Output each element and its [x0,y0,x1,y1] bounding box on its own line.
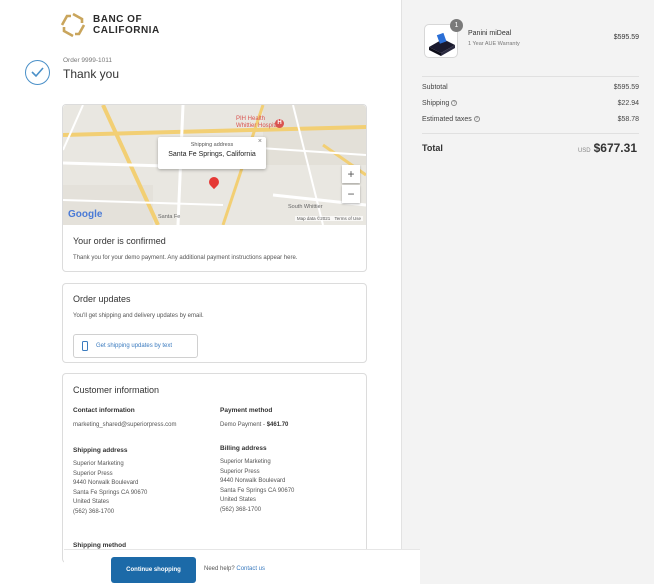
taxes-label: Estimated taxes [422,116,472,123]
subtotal-value: $595.59 [613,84,639,91]
subtotal-row: Subtotal $595.59 [422,84,639,91]
continue-shopping-button[interactable]: Continue shopping [111,557,196,583]
product-price: $595.59 [613,34,639,41]
shipping-map[interactable]: PIH Health Whittier Hospital H Santa Fe … [63,105,366,225]
shipping-row: Shipping? $22.94 [422,100,639,107]
payment-method-label: Payment method [220,407,273,414]
shipping-label: Shipping [422,100,450,107]
google-logo: Google [68,209,103,220]
phone-icon [82,341,88,351]
shipping-updates-by-text-button[interactable]: Get shipping updates by text [73,334,198,358]
shipping-updates-button-label: Get shipping updates by text [96,343,173,349]
payment-method-value: Demo Payment - $461.70 [220,422,289,428]
map-attribution: Map data ©2021 Terms of Use [294,216,363,221]
taxes-value: $58.78 [617,116,639,123]
product-name: Panini miDeal [468,30,512,37]
bank-logo-icon[interactable] [60,12,86,38]
address-popup: Shipping address Santa Fe Springs, Calif… [158,137,266,169]
popup-close-icon[interactable]: × [258,138,262,145]
order-confirmed-title: Your order is confirmed [73,236,166,246]
subtotal-label: Subtotal [422,84,448,91]
shipping-address-label: Shipping address [73,447,128,454]
thank-you-heading: Thank you [63,67,120,81]
shipping-value: $22.94 [617,100,639,107]
logo-line2: CALIFORNIA [93,25,160,36]
product-thumbnail: 1 [424,19,463,58]
zoom-in-button[interactable]: + [342,165,360,183]
customer-information-card: Customer information Contact information… [62,373,367,563]
billing-address-value: Superior Marketing Superior Press 9440 N… [220,459,295,513]
total-value: USD $677.31 [578,141,637,155]
order-confirmed-text: Thank you for your demo payment. Any add… [73,255,298,261]
map-label-hospital: PIH Health Whittier Hospital [236,116,280,129]
contact-us-link[interactable]: Contact us [236,566,265,572]
map-label-south-whittier: South Whittier [288,204,323,210]
currency-code: USD [577,148,591,154]
zoom-out-button[interactable]: − [342,185,360,203]
map-label-santa-fe: Santa Fe [158,214,181,220]
divider [422,133,639,134]
taxes-row: Estimated taxes? $58.78 [422,116,639,123]
logo-line1: BANC OF [93,14,143,25]
total-amount: $677.31 [593,141,637,155]
total-label: Total [422,143,443,153]
shipping-method-label: Shipping method [73,542,127,549]
divider [422,76,639,77]
quantity-badge: 1 [450,19,463,32]
bank-logo-text[interactable]: BANC OF CALIFORNIA [93,14,160,36]
product-subtitle: 1 Year AUE Warranty [468,41,520,47]
map-data-text: Map data ©2021 [296,216,331,221]
product-line-item: 1 Panini miDeal 1 Year AUE Warranty $595… [424,19,639,60]
popup-title: Shipping address [190,142,234,148]
success-check-icon [25,60,50,85]
question-icon[interactable]: ? [451,100,458,107]
payment-amount: $461.70 [266,422,289,428]
order-updates-card: Order updates You'll get shipping and de… [62,283,367,363]
order-updates-title: Order updates [73,294,131,304]
popup-location: Santa Fe Springs, California [168,151,256,158]
contact-info-label: Contact information [73,407,135,414]
order-summary-panel: 1 Panini miDeal 1 Year AUE Warranty $595… [401,0,654,584]
order-confirmed-card: PIH Health Whittier Hospital H Santa Fe … [62,104,367,272]
billing-address-label: Billing address [220,445,267,452]
hospital-marker-icon: H [275,119,284,128]
question-icon[interactable]: ? [473,116,480,123]
shipping-address-value: Superior Marketing Superior Press 9440 N… [73,461,148,515]
customer-info-title: Customer information [73,385,160,395]
terms-link[interactable]: Terms of Use [334,216,361,221]
order-updates-text: You'll get shipping and delivery updates… [73,313,204,319]
help-text: Need help? Contact us [204,566,266,572]
contact-info-value: marketing_shared@superiorpress.com [73,422,177,428]
order-number: Order 9999-1011 [63,57,113,64]
footer-bar: Continue shopping Need help? Contact us [64,549,420,584]
